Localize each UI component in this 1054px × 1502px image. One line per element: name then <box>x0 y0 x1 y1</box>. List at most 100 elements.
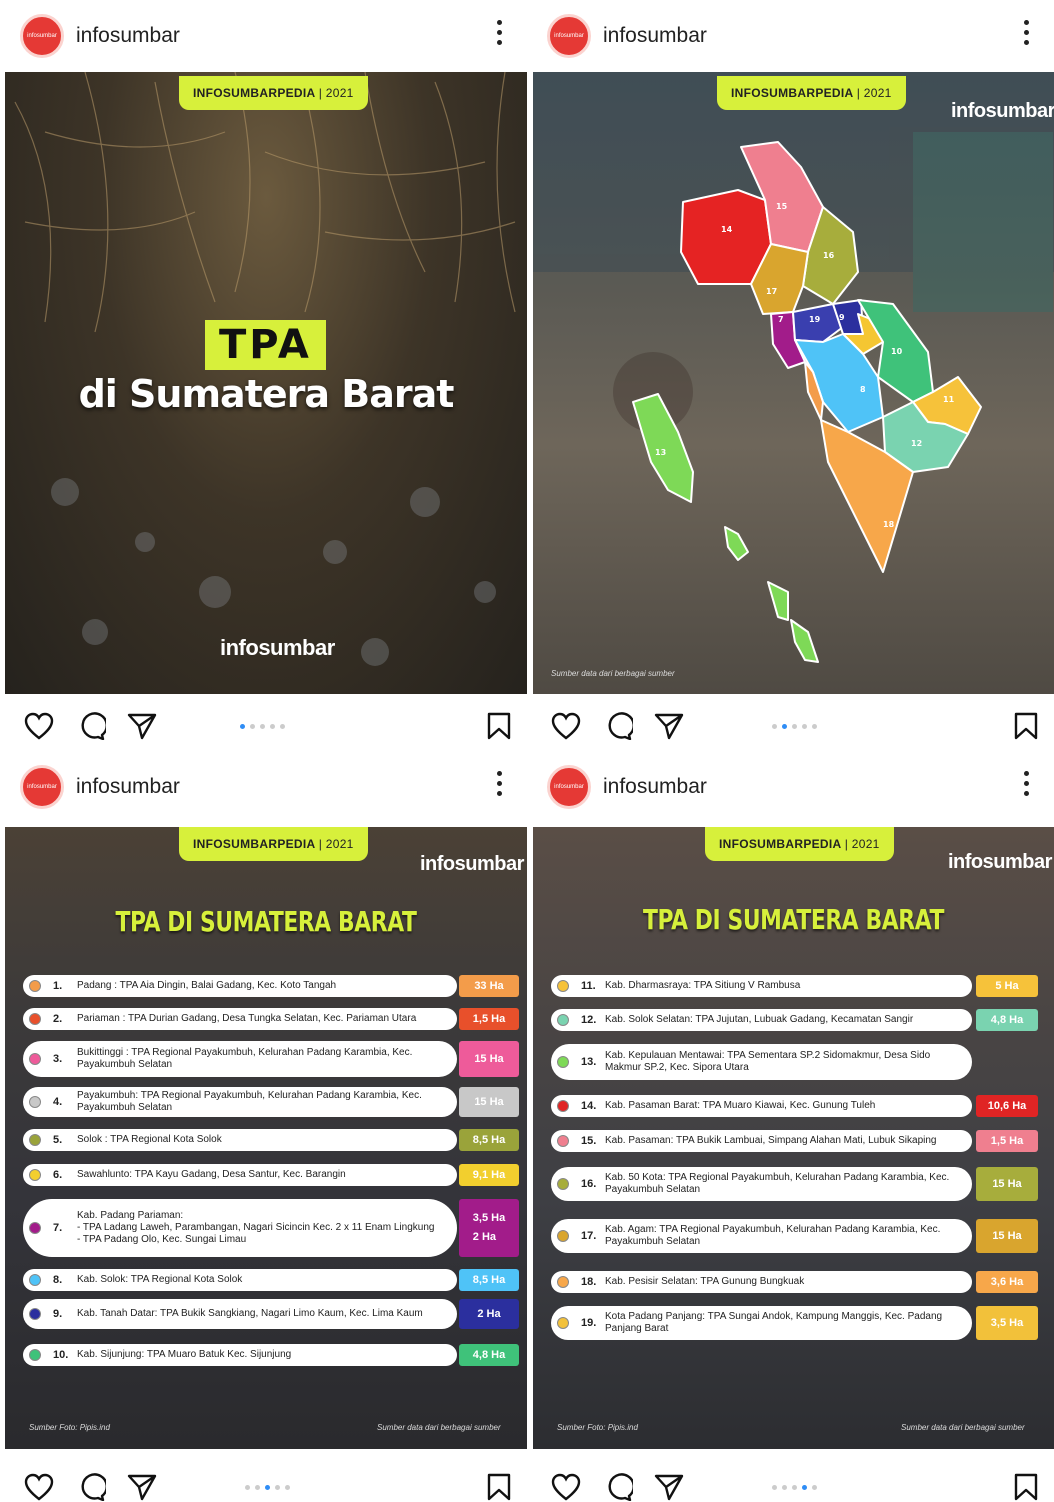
area-badge: 3,5 Ha 2 Ha <box>459 1199 519 1257</box>
list-item-card: 1. Padang : TPA Aia Dingin, Balai Gadang,… <box>23 975 457 997</box>
source-note: Sumber data dari berbagai sumber <box>377 1423 501 1432</box>
area-badge: 3,5 Ha <box>976 1306 1038 1340</box>
comment-icon[interactable] <box>603 712 633 740</box>
color-dot <box>29 1274 41 1286</box>
list-item: 6. Sawahlunto: TPA Kayu Gadang, Desa Sant… <box>23 1164 519 1186</box>
avatar-label: infosumbar <box>27 33 57 39</box>
bookmark-icon[interactable] <box>1013 1473 1039 1501</box>
list-item-text: Kab. Pesisir Selatan: TPA Gunung Bungkua… <box>605 1276 805 1287</box>
post-image: 14 15 16 17 7 19 9 10 8 11 12 18 13 INFO… <box>533 72 1054 694</box>
avatar[interactable]: infosumbar <box>547 765 591 809</box>
map-label: 13 <box>655 448 666 457</box>
comment-icon[interactable] <box>603 1473 633 1501</box>
account-name[interactable]: infosumbar <box>603 24 707 48</box>
send-icon[interactable] <box>127 712 157 740</box>
post-header: infosumbar infosumbar <box>0 0 527 72</box>
action-bar <box>0 1455 527 1502</box>
list-item: 15. Kab. Pasaman: TPA Bukik Lambuai, Simp… <box>551 1130 1038 1152</box>
area-badge: 33 Ha <box>459 975 519 997</box>
list-item: 8. Kab. Solok: TPA Regional Kota Solok 8,5… <box>23 1269 519 1291</box>
brand-logo: infosumbar <box>948 851 1052 873</box>
avatar[interactable]: infosumbar <box>20 765 64 809</box>
color-dot <box>29 1222 41 1234</box>
list-item-text: Kab. Solok Selatan: TPA Jujutan, Lubuak … <box>605 1014 914 1025</box>
photo-source: Sumber Foto: Pipis.ind <box>557 1423 638 1432</box>
source-note: Sumber data dari berbagai sumber <box>551 669 675 678</box>
list-item-card: 5. Solok : TPA Regional Kota Solok <box>23 1129 457 1151</box>
list-item-card: 11. Kab. Dharmasraya: TPA Sitiung V Rambu… <box>551 975 972 997</box>
list-item-number: 11. <box>581 980 596 992</box>
heart-icon[interactable] <box>24 712 54 740</box>
post-1: infosumbar infosumbar INFOSUMBARPEDIA | … <box>0 0 527 751</box>
heart-icon[interactable] <box>551 712 581 740</box>
map-label: 10 <box>891 347 903 356</box>
heart-icon[interactable] <box>24 1473 54 1501</box>
list-item: 10. Kab. Sijunjung: TPA Muaro Batuk Kec. … <box>23 1344 519 1366</box>
post-image: INFOSUMBARPEDIA | 2021 infosumbar TPA DI… <box>5 827 527 1449</box>
send-icon[interactable] <box>127 1473 157 1501</box>
list-item-text: Kab. Kepulauan Mentawai: TPA Sementara S… <box>605 1050 931 1073</box>
sumbar-map: 14 15 16 17 7 19 9 10 8 11 12 18 13 <box>533 72 1054 663</box>
map-label: 19 <box>809 315 821 324</box>
color-dot <box>29 1053 41 1065</box>
color-dot <box>557 1135 569 1147</box>
list-item-card: 17. Kab. Agam: TPA Regional Payakumbuh, K… <box>551 1219 972 1253</box>
post-3: infosumbar infosumbar INFOSUMBARPEDIA | … <box>0 751 527 1502</box>
carousel-indicator <box>772 724 817 729</box>
send-icon[interactable] <box>654 1473 684 1501</box>
list-item-number: 1. <box>53 980 63 992</box>
post-image: INFOSUMBARPEDIA | 2021 infosumbar TPA DI… <box>533 827 1054 1449</box>
more-vertical-icon[interactable] <box>1024 771 1030 796</box>
list-item-card: 2. Pariaman : TPA Durian Gadang, Desa Tun… <box>23 1008 457 1030</box>
list-item-text: Kab. Pasaman Barat: TPA Muaro Kiawai, Ke… <box>605 1100 876 1111</box>
area-badge: 2 Ha <box>459 1299 519 1329</box>
list-item: 14. Kab. Pasaman Barat: TPA Muaro Kiawai,… <box>551 1095 1038 1117</box>
list-item: 5. Solok : TPA Regional Kota Solok 8,5 Ha <box>23 1129 519 1151</box>
list-item-card: 18. Kab. Pesisir Selatan: TPA Gunung Bung… <box>551 1271 972 1293</box>
list-item-number: 13. <box>581 1056 597 1068</box>
avatar[interactable]: infosumbar <box>20 14 64 58</box>
color-dot <box>29 1013 41 1025</box>
list-item-number: 4. <box>53 1096 63 1108</box>
more-vertical-icon[interactable] <box>497 771 503 796</box>
avatar[interactable]: infosumbar <box>547 14 591 58</box>
list-item-text: Kab. Solok: TPA Regional Kota Solok <box>77 1274 243 1285</box>
area-badge: 8,5 Ha <box>459 1129 519 1151</box>
photo-source: Sumber Foto: Pipis.ind <box>29 1423 110 1432</box>
account-name[interactable]: infosumbar <box>603 775 707 799</box>
action-bar <box>527 694 1054 751</box>
color-dot <box>29 1134 41 1146</box>
area-badge: 1,5 Ha <box>459 1008 519 1030</box>
comment-icon[interactable] <box>76 712 106 740</box>
list-item-text: Kota Padang Panjang: TPA Sungai Andok, K… <box>605 1311 943 1334</box>
bookmark-icon[interactable] <box>486 712 512 740</box>
more-vertical-icon[interactable] <box>497 20 503 45</box>
list-item-text: Kab. Dharmasraya: TPA Sitiung V Rambusa <box>605 980 801 991</box>
list-item-card: 9. Kab. Tanah Datar: TPA Bukik Sangkiang,… <box>23 1299 457 1329</box>
list-item-card: 15. Kab. Pasaman: TPA Bukik Lambuai, Simp… <box>551 1130 972 1152</box>
map-label: 7 <box>778 315 784 324</box>
list-item: 11. Kab. Dharmasraya: TPA Sitiung V Rambu… <box>551 975 1038 997</box>
account-name[interactable]: infosumbar <box>76 775 180 799</box>
bookmark-icon[interactable] <box>486 1473 512 1501</box>
area-badge: 15 Ha <box>459 1041 519 1077</box>
list-item-number: 6. <box>53 1169 63 1181</box>
heart-icon[interactable] <box>551 1473 581 1501</box>
comment-icon[interactable] <box>76 1473 106 1501</box>
tpa-tag: TPA <box>205 320 326 370</box>
list-item-text: Kab. 50 Kota: TPA Regional Payakumbuh, K… <box>605 1172 950 1195</box>
color-dot <box>29 1169 41 1181</box>
list-item: 7. Kab. Padang Pariaman: - TPA Ladang Law… <box>23 1199 519 1257</box>
area-badge: 4,8 Ha <box>976 1009 1038 1031</box>
post-title: di Sumatera Barat <box>78 372 455 416</box>
list-title: TPA DI SUMATERA BARAT <box>115 905 417 938</box>
post-header: infosumbar infosumbar <box>527 751 1054 823</box>
send-icon[interactable] <box>654 712 684 740</box>
color-dot <box>557 1317 569 1329</box>
list-item-text: Kab. Agam: TPA Regional Payakumbuh, Kelu… <box>605 1224 941 1247</box>
map-label: 12 <box>911 439 922 448</box>
more-vertical-icon[interactable] <box>1024 20 1030 45</box>
bookmark-icon[interactable] <box>1013 712 1039 740</box>
list-item-text: Kab. Padang Pariaman: - TPA Ladang Laweh… <box>77 1210 435 1245</box>
account-name[interactable]: infosumbar <box>76 24 180 48</box>
